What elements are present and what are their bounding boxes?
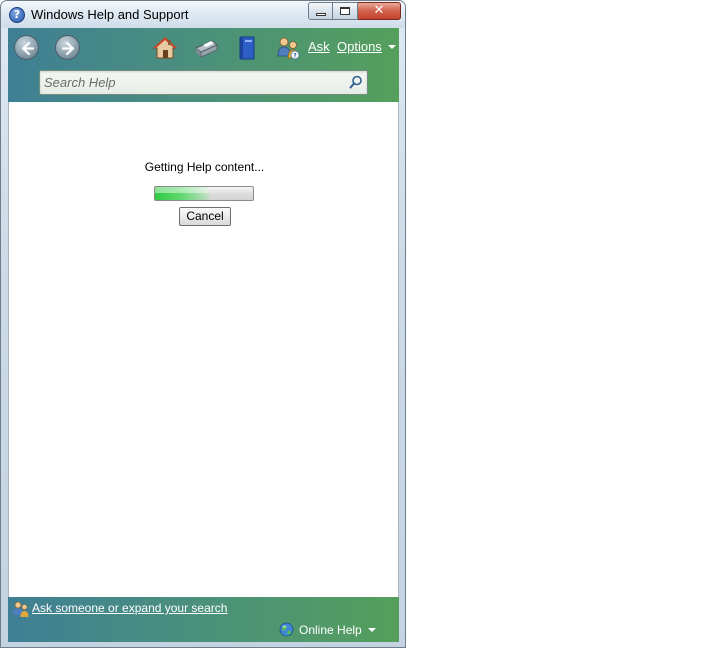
help-toolbar: ? Ask Options <box>8 28 399 102</box>
help-content-pane: Getting Help content... Cancel <box>8 102 399 597</box>
title-bar[interactable]: ? Windows Help and Support ✕ <box>1 1 405 28</box>
close-button[interactable]: ✕ <box>358 2 401 20</box>
cancel-button[interactable]: Cancel <box>179 207 231 226</box>
loading-progress-bar <box>154 186 254 201</box>
back-button[interactable] <box>14 35 39 60</box>
ask-icon[interactable]: ? <box>275 35 301 61</box>
options-button[interactable]: Options <box>337 39 382 54</box>
help-window: ? Windows Help and Support ✕ ? Ask Optio… <box>0 0 406 648</box>
progress-fill <box>155 187 209 200</box>
home-icon[interactable] <box>152 35 178 61</box>
options-dropdown-icon[interactable] <box>388 45 396 49</box>
close-icon: ✕ <box>373 3 385 18</box>
minimize-button[interactable] <box>308 2 333 20</box>
search-icon[interactable] <box>349 75 363 89</box>
help-app-icon: ? <box>9 7 25 23</box>
search-box <box>39 70 368 95</box>
loading-status-text: Getting Help content... <box>144 160 265 174</box>
ask-button[interactable]: Ask <box>308 39 330 54</box>
caption-buttons: ✕ <box>308 2 401 20</box>
help-footer: Ask someone or expand your search Online… <box>8 597 399 642</box>
print-icon[interactable] <box>193 35 219 61</box>
search-input[interactable] <box>42 73 342 92</box>
maximize-icon <box>340 7 350 15</box>
forward-arrow-icon <box>61 41 75 56</box>
minimize-icon <box>316 13 326 16</box>
ask-someone-icon <box>13 601 29 617</box>
browse-help-icon[interactable] <box>234 35 260 61</box>
svg-text:?: ? <box>293 53 297 60</box>
maximize-button[interactable] <box>333 2 358 20</box>
online-help-dropdown-icon[interactable] <box>368 628 376 632</box>
back-arrow-icon <box>21 41 35 56</box>
online-help-button[interactable]: Online Help <box>299 623 362 637</box>
forward-button[interactable] <box>55 35 80 60</box>
globe-icon <box>279 622 294 637</box>
ask-someone-link[interactable]: Ask someone or expand your search <box>32 601 227 615</box>
window-title: Windows Help and Support <box>31 7 189 22</box>
